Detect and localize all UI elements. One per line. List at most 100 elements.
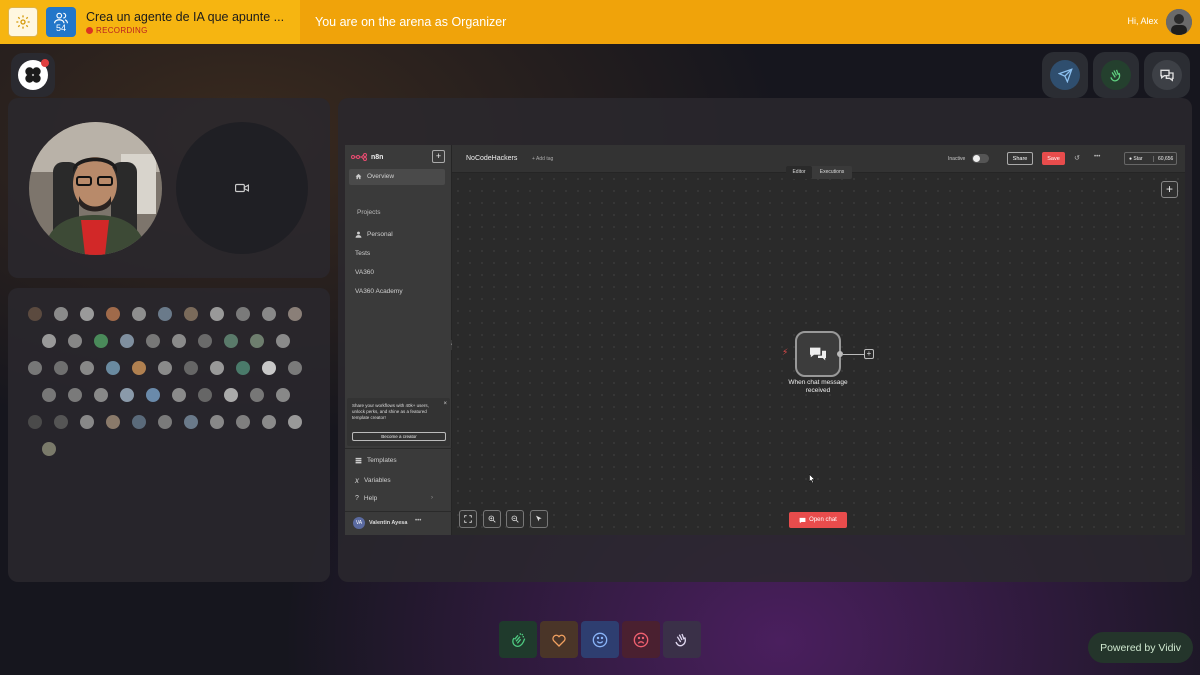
sidebar-item-personal[interactable]: Personal bbox=[355, 231, 393, 238]
participant-avatar[interactable] bbox=[198, 388, 212, 402]
zoom-in-button[interactable] bbox=[483, 510, 501, 528]
participant-avatar[interactable] bbox=[276, 388, 290, 402]
participant-avatar[interactable] bbox=[158, 361, 172, 375]
participant-avatar[interactable] bbox=[184, 415, 198, 429]
workflow-name[interactable]: NoCodeHackers bbox=[466, 155, 517, 162]
participant-avatar[interactable] bbox=[262, 307, 276, 321]
participant-avatar[interactable] bbox=[68, 334, 82, 348]
participant-avatar[interactable] bbox=[288, 361, 302, 375]
participants-button[interactable]: 54 bbox=[46, 7, 76, 37]
participant-avatar[interactable] bbox=[80, 307, 94, 321]
reaction-sad-button[interactable] bbox=[622, 621, 660, 658]
sidebar-item-va360[interactable]: VA360 bbox=[355, 269, 374, 276]
github-star-button[interactable]: ● Star 60,656 bbox=[1124, 152, 1177, 165]
participant-avatar[interactable] bbox=[288, 415, 302, 429]
participant-avatar[interactable] bbox=[262, 415, 276, 429]
workflow-menu-icon[interactable]: ••• bbox=[1094, 154, 1100, 160]
participant-avatar[interactable] bbox=[250, 388, 264, 402]
tab-editor[interactable]: Editor bbox=[786, 166, 812, 179]
participant-avatar[interactable] bbox=[28, 415, 42, 429]
participant-avatar[interactable] bbox=[172, 388, 186, 402]
self-video[interactable] bbox=[29, 122, 162, 255]
participant-avatar[interactable] bbox=[198, 334, 212, 348]
participant-avatar[interactable] bbox=[80, 415, 94, 429]
participant-avatar[interactable] bbox=[94, 388, 108, 402]
fit-view-button[interactable] bbox=[459, 510, 477, 528]
participant-avatar[interactable] bbox=[132, 307, 146, 321]
send-button[interactable] bbox=[1042, 52, 1088, 98]
chat-button[interactable] bbox=[1144, 52, 1190, 98]
sidebar-item-variables[interactable]: x Variables bbox=[355, 476, 391, 485]
shared-screen[interactable]: n8n + Overview Projects Personal Tests V… bbox=[345, 145, 1185, 535]
participant-avatar[interactable] bbox=[210, 361, 224, 375]
participant-avatar[interactable] bbox=[224, 388, 238, 402]
participant-avatar[interactable] bbox=[132, 361, 146, 375]
participant-avatar[interactable] bbox=[106, 307, 120, 321]
participant-avatar[interactable] bbox=[236, 361, 250, 375]
reaction-clap-button[interactable] bbox=[499, 621, 537, 658]
sidebar-item-templates[interactable]: Templates bbox=[355, 457, 397, 464]
empty-video-slot[interactable] bbox=[176, 122, 308, 254]
share-button[interactable]: Share bbox=[1007, 152, 1033, 165]
participant-avatar[interactable] bbox=[132, 415, 146, 429]
node-add-next-icon[interactable]: + bbox=[864, 349, 874, 359]
settings-button[interactable] bbox=[8, 7, 38, 37]
powered-by-badge[interactable]: Powered by Vidiv bbox=[1088, 632, 1193, 663]
participant-avatar[interactable] bbox=[236, 307, 250, 321]
participant-avatar[interactable] bbox=[42, 334, 56, 348]
participant-avatar[interactable] bbox=[172, 334, 186, 348]
tab-executions[interactable]: Executions bbox=[812, 166, 852, 179]
chat-trigger-node[interactable] bbox=[795, 331, 841, 377]
active-toggle[interactable] bbox=[972, 154, 989, 163]
create-button[interactable]: + bbox=[432, 150, 445, 163]
participant-avatar[interactable] bbox=[210, 415, 224, 429]
sidebar-item-help[interactable]: ? Help bbox=[355, 495, 377, 502]
participant-avatar[interactable] bbox=[250, 334, 264, 348]
app-logo-button[interactable] bbox=[11, 53, 55, 97]
participant-avatar[interactable] bbox=[224, 334, 238, 348]
zoom-out-button[interactable] bbox=[506, 510, 524, 528]
participant-avatar[interactable] bbox=[276, 334, 290, 348]
save-button[interactable]: Save bbox=[1042, 152, 1065, 165]
more-options-icon[interactable]: ••• bbox=[415, 518, 421, 524]
participant-avatar[interactable] bbox=[120, 334, 134, 348]
become-creator-button[interactable]: Become a creator bbox=[352, 432, 446, 441]
participant-avatar[interactable] bbox=[106, 361, 120, 375]
participant-avatar[interactable] bbox=[94, 334, 108, 348]
participant-avatar[interactable] bbox=[184, 307, 198, 321]
add-node-button[interactable]: + bbox=[1161, 181, 1178, 198]
participant-avatar[interactable] bbox=[54, 415, 68, 429]
open-chat-button[interactable]: Open chat bbox=[789, 512, 847, 528]
select-tool-button[interactable] bbox=[530, 510, 548, 528]
participant-avatar[interactable] bbox=[42, 388, 56, 402]
sidebar-item-overview[interactable]: Overview bbox=[349, 169, 445, 185]
participant-avatar[interactable] bbox=[262, 361, 276, 375]
participant-avatar[interactable] bbox=[54, 361, 68, 375]
participant-avatar[interactable] bbox=[54, 307, 68, 321]
participant-avatar[interactable] bbox=[80, 361, 94, 375]
participant-avatar[interactable] bbox=[236, 415, 250, 429]
participant-avatar[interactable] bbox=[146, 334, 160, 348]
reaction-smile-button[interactable] bbox=[581, 621, 619, 658]
participant-avatar[interactable] bbox=[184, 361, 198, 375]
participant-avatar[interactable] bbox=[28, 361, 42, 375]
sidebar-item-va360-academy[interactable]: VA360 Academy bbox=[355, 288, 403, 295]
participant-avatar[interactable] bbox=[158, 307, 172, 321]
participant-avatar[interactable] bbox=[146, 388, 160, 402]
close-icon[interactable]: × bbox=[443, 401, 447, 407]
participant-avatar[interactable] bbox=[106, 415, 120, 429]
participant-avatar[interactable] bbox=[28, 307, 42, 321]
participant-avatar[interactable] bbox=[288, 307, 302, 321]
raise-hand-button[interactable] bbox=[1093, 52, 1139, 98]
participant-avatar[interactable] bbox=[120, 388, 134, 402]
participant-avatar[interactable] bbox=[210, 307, 224, 321]
user-avatar[interactable] bbox=[1166, 9, 1192, 35]
participant-avatar[interactable] bbox=[42, 442, 56, 456]
add-tag-link[interactable]: + Add tag bbox=[532, 156, 553, 162]
participant-avatar[interactable] bbox=[158, 415, 172, 429]
participant-avatar[interactable] bbox=[68, 388, 82, 402]
reaction-heart-button[interactable] bbox=[540, 621, 578, 658]
sidebar-item-tests[interactable]: Tests bbox=[355, 250, 370, 257]
user-initials-avatar[interactable]: VA bbox=[353, 517, 365, 529]
reaction-raise-hand-button[interactable] bbox=[663, 621, 701, 658]
